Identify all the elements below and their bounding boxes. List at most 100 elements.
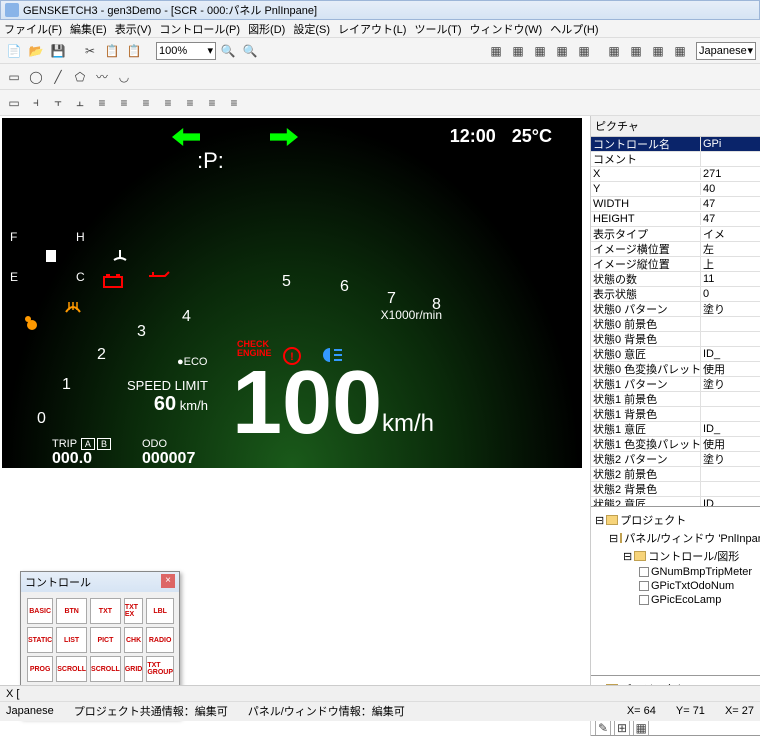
property-row[interactable]: 状態0 前景色: [591, 317, 760, 332]
tree-item[interactable]: GNumBmpTripMeter: [595, 565, 756, 579]
palette-button[interactable]: LIST: [56, 627, 87, 653]
property-row[interactable]: 状態0 パターン塗り: [591, 302, 760, 317]
tool-icon[interactable]: ▦: [574, 41, 594, 61]
new-icon[interactable]: 📄: [4, 41, 24, 61]
tool-icon[interactable]: ▦: [670, 41, 690, 61]
property-row[interactable]: 状態2 前景色: [591, 467, 760, 482]
property-row[interactable]: 状態2 パターン塗り: [591, 452, 760, 467]
shape-rect-icon[interactable]: ▭: [4, 67, 24, 87]
property-row[interactable]: イメージ縦位置上: [591, 257, 760, 272]
menu-item[interactable]: ヘルプ(H): [550, 21, 598, 37]
menu-item[interactable]: レイアウト(L): [338, 21, 406, 37]
select-icon[interactable]: ▭: [4, 93, 24, 113]
property-row[interactable]: コメント: [591, 152, 760, 167]
palette-button[interactable]: LBL: [146, 598, 174, 624]
menu-item[interactable]: 表示(V): [115, 21, 152, 37]
palette-button[interactable]: BTN: [56, 598, 87, 624]
tool-icon[interactable]: ▦: [508, 41, 528, 61]
shape-poly-icon[interactable]: ⬠: [70, 67, 90, 87]
tool-icon[interactable]: ▦: [604, 41, 624, 61]
app-icon: [5, 3, 19, 17]
property-table[interactable]: コントロール名GPiコメントX271Y40WIDTH47HEIGHT47表示タイ…: [591, 137, 760, 507]
tree-item[interactable]: GPicTxtOdoNum: [595, 579, 756, 593]
menu-item[interactable]: ウィンドウ(W): [470, 21, 543, 37]
tool-icon[interactable]: ▦: [486, 41, 506, 61]
palette-button[interactable]: GRID: [124, 656, 144, 682]
palette-button[interactable]: SCROLL: [90, 656, 121, 682]
zoom-in-icon[interactable]: 🔍: [218, 41, 238, 61]
property-row[interactable]: 表示タイプイメ: [591, 227, 760, 242]
scale-number: 6: [340, 278, 349, 296]
tool-icon[interactable]: ▦: [530, 41, 550, 61]
align-icon[interactable]: ⫞: [26, 93, 46, 113]
property-row[interactable]: Y40: [591, 182, 760, 197]
align-icon[interactable]: ≡: [158, 93, 178, 113]
property-row[interactable]: 状態0 意匠ID_: [591, 347, 760, 362]
property-row[interactable]: 状態2 意匠ID_: [591, 497, 760, 507]
trip-odo: TRIP AB 000.0 ODO 000007: [52, 438, 195, 468]
tool-icon[interactable]: ▦: [552, 41, 572, 61]
palette-button[interactable]: CHK: [124, 627, 144, 653]
language-select[interactable]: Japanese▾: [696, 42, 756, 60]
align-icon[interactable]: ≡: [114, 93, 134, 113]
palette-button[interactable]: TXT EX: [124, 598, 144, 624]
palette-button[interactable]: PICT: [90, 627, 121, 653]
property-row[interactable]: 状態の数11: [591, 272, 760, 287]
menu-item[interactable]: 設定(S): [293, 21, 330, 37]
palette-button[interactable]: PROG: [27, 656, 53, 682]
palette-button[interactable]: TXT GROUP: [146, 656, 174, 682]
palette-button[interactable]: STATIC: [27, 627, 53, 653]
property-row[interactable]: 状態1 色変換パレット使用: [591, 437, 760, 452]
tree-btn-icon[interactable]: ✎: [595, 720, 611, 736]
property-row[interactable]: 状態1 背景色: [591, 407, 760, 422]
palette-button[interactable]: BASIC: [27, 598, 53, 624]
align-icon[interactable]: ≡: [202, 93, 222, 113]
property-row[interactable]: X271: [591, 167, 760, 182]
property-row[interactable]: 表示状態0: [591, 287, 760, 302]
shape-circle-icon[interactable]: ◯: [26, 67, 46, 87]
tree-btn-icon[interactable]: ▦: [633, 720, 649, 736]
zoom-select[interactable]: 100%▾: [156, 42, 216, 60]
align-icon[interactable]: ≡: [180, 93, 200, 113]
canvas-area[interactable]: 12:00 25°C :P: F E H C ! ●ECO CHECKENGIN…: [0, 116, 590, 736]
property-row[interactable]: コントロール名GPi: [591, 137, 760, 152]
palette-button[interactable]: RADIO: [146, 627, 174, 653]
cut-icon[interactable]: ✂: [80, 41, 100, 61]
tool-icon[interactable]: ▦: [626, 41, 646, 61]
property-row[interactable]: 状態0 背景色: [591, 332, 760, 347]
palette-button[interactable]: SCROLL: [56, 656, 87, 682]
palette-button[interactable]: TXT: [90, 598, 121, 624]
zoom-out-icon[interactable]: 🔍: [240, 41, 260, 61]
tree-item[interactable]: GPicEcoLamp: [595, 593, 756, 607]
align-icon[interactable]: ⫠: [70, 93, 90, 113]
shape-line-icon[interactable]: ╱: [48, 67, 68, 87]
align-icon[interactable]: ≡: [224, 93, 244, 113]
menu-item[interactable]: ツール(T): [414, 21, 461, 37]
property-row[interactable]: 状態1 前景色: [591, 392, 760, 407]
menu-item[interactable]: 図形(D): [248, 21, 285, 37]
property-row[interactable]: HEIGHT47: [591, 212, 760, 227]
open-icon[interactable]: 📂: [26, 41, 46, 61]
property-row[interactable]: 状態2 背景色: [591, 482, 760, 497]
property-row[interactable]: 状態1 パターン塗り: [591, 377, 760, 392]
property-row[interactable]: 状態1 意匠ID_: [591, 422, 760, 437]
property-row[interactable]: WIDTH47: [591, 197, 760, 212]
tree-btn-icon[interactable]: ⊞: [614, 720, 630, 736]
align-icon[interactable]: ≡: [136, 93, 156, 113]
save-icon[interactable]: 💾: [48, 41, 68, 61]
shape-arc-icon[interactable]: ◡: [114, 67, 134, 87]
paste-icon[interactable]: 📋: [124, 41, 144, 61]
menu-item[interactable]: ファイル(F): [4, 21, 62, 37]
tool-icon[interactable]: ▦: [648, 41, 668, 61]
property-row[interactable]: 状態0 色変換パレット使用: [591, 362, 760, 377]
shape-curve-icon[interactable]: 〰: [92, 67, 112, 87]
align-icon[interactable]: ⫟: [48, 93, 68, 113]
copy-icon[interactable]: 📋: [102, 41, 122, 61]
dashboard-panel[interactable]: 12:00 25°C :P: F E H C ! ●ECO CHECKENGIN…: [2, 118, 582, 468]
menu-item[interactable]: コントロール(P): [159, 21, 240, 37]
close-icon[interactable]: ×: [161, 574, 175, 588]
align-icon[interactable]: ≡: [92, 93, 112, 113]
menu-item[interactable]: 編集(E): [70, 21, 107, 37]
project-tree-1[interactable]: ⊟ プロジェクト ⊟ パネル/ウィンドウ 'PnlInpane' ⊟ コントロー…: [591, 507, 760, 676]
property-row[interactable]: イメージ横位置左: [591, 242, 760, 257]
